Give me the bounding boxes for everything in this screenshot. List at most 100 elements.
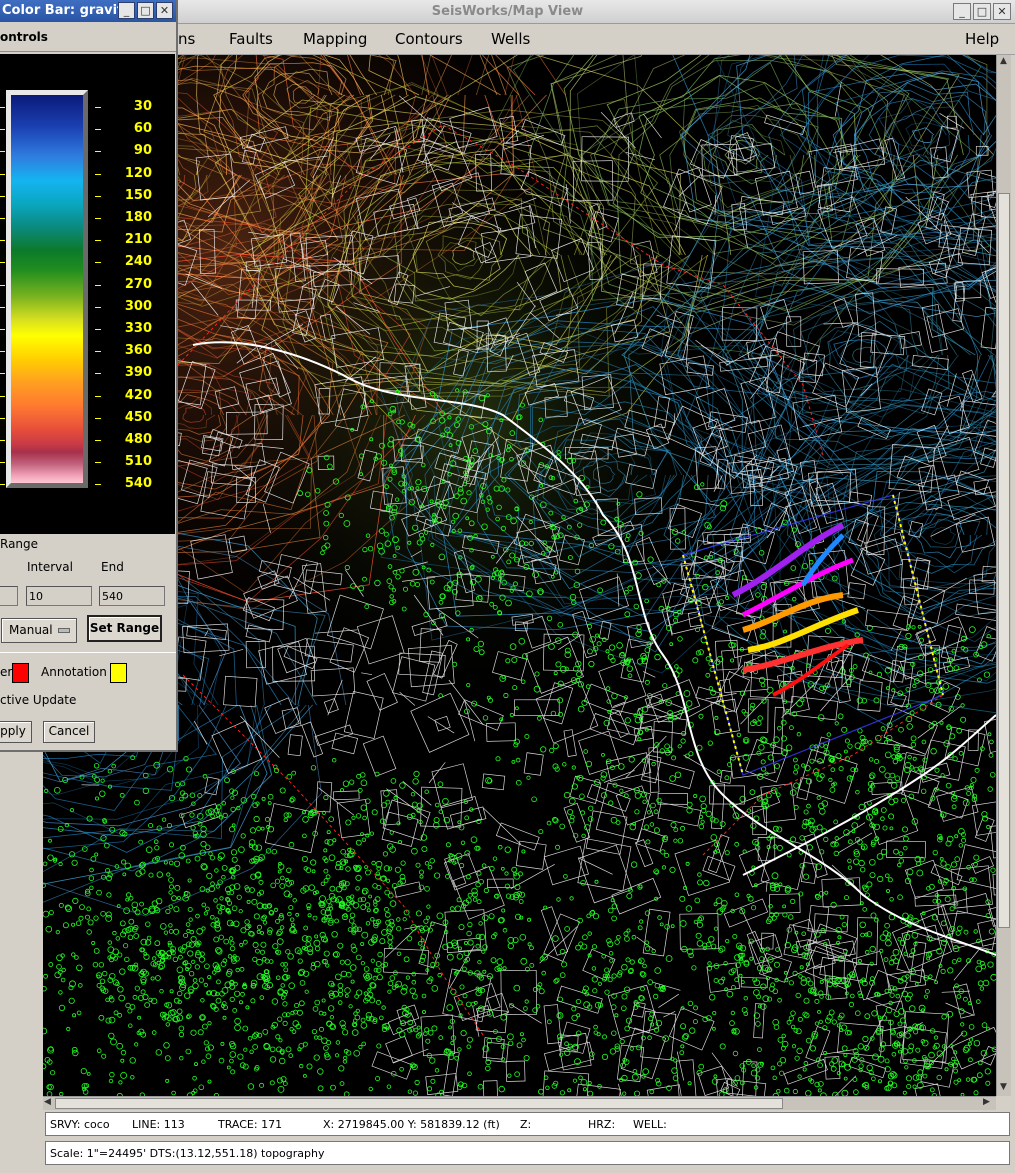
colorbar-tick [95, 440, 101, 441]
colorbar-tick [95, 107, 101, 108]
colorbar-tick [95, 462, 101, 464]
colorbar-tick-left [0, 395, 5, 397]
end-label: End [101, 560, 124, 574]
colorbar-tick [95, 129, 101, 131]
active-update-label[interactable]: ctive Update [0, 693, 76, 707]
colorbar-tick-left [0, 351, 5, 353]
colorbar-tick [95, 306, 101, 308]
colorbar-tick-label: 90 [133, 143, 152, 159]
interval-input[interactable]: 10 [26, 586, 92, 606]
colorbar-tick-left [0, 129, 5, 131]
border-color-label: er [0, 665, 13, 679]
colorbar-titlebar[interactable]: Color Bar: gravit _ □ ✕ [0, 0, 176, 22]
colorbar-tick-left [0, 462, 5, 464]
menu-mapping[interactable]: Mapping [303, 30, 367, 48]
set-range-button[interactable]: Set Range [87, 615, 162, 642]
colorbar-tick-left [0, 373, 5, 375]
colorbar-tick-label: 300 [124, 298, 152, 314]
colorbar-tick-left [0, 440, 5, 441]
colorbar-tick-label: 240 [124, 254, 152, 270]
colorbar-tick [95, 262, 101, 264]
cancel-button[interactable]: Cancel [43, 721, 95, 743]
status-survey: SRVY: coco [50, 1118, 110, 1131]
colorbar-tick-left [0, 107, 5, 108]
colorbar-tick-label: 540 [124, 476, 152, 492]
status-well: WELL: [633, 1118, 667, 1131]
colorbar-tick-label: 390 [124, 365, 152, 381]
colorbar-tick [95, 218, 101, 219]
colorbar-dialog: Color Bar: gravit _ □ ✕ ontrols 30 60 90 12… [0, 0, 178, 752]
vertical-scrollbar[interactable]: ▲ ▼ [996, 55, 1011, 1096]
colorbar-controls-header: ontrols [0, 22, 176, 52]
menu-contours[interactable]: Contours [395, 30, 463, 48]
colorbar-tick-left [0, 417, 5, 419]
dialog-separator [0, 652, 176, 653]
colorbar-tick [95, 151, 101, 153]
colorbar-tick-label: 60 [133, 121, 152, 137]
colorbar-tick-left [0, 195, 5, 197]
colorbar-tick-left [0, 484, 5, 486]
colorbar-tick [95, 484, 101, 486]
colorbar-tick-left [0, 306, 5, 308]
colorbar-tick-left [0, 151, 5, 153]
colorbar-tick [95, 351, 101, 353]
colorbar-close-button[interactable]: ✕ [156, 2, 173, 19]
colorbar-tick-left [0, 262, 5, 264]
menu-help[interactable]: Help [965, 30, 999, 48]
menu-options-partial[interactable]: ns [178, 30, 195, 48]
colorbar-tick-label: 360 [124, 343, 152, 359]
annotation-color-label: Annotation [41, 665, 107, 679]
colorbar-tick-label: 330 [124, 321, 152, 336]
colorbar-tick [95, 284, 101, 286]
scroll-right-icon[interactable]: ▶ [983, 1097, 990, 1107]
minimize-button[interactable]: _ [953, 3, 971, 20]
status-horizon: HRZ: [588, 1118, 616, 1131]
annotation-color-swatch[interactable] [110, 663, 127, 683]
scroll-down-icon[interactable]: ▼ [1000, 1082, 1007, 1092]
status-z: Z: [520, 1118, 532, 1131]
end-input[interactable]: 540 [99, 586, 165, 606]
colorbar-tick-label: 450 [124, 409, 152, 425]
interval-label: Interval [27, 560, 73, 574]
close-button[interactable]: ✕ [993, 3, 1011, 20]
colorbar-tick-label: 210 [124, 232, 152, 248]
colorbar-minimize-button[interactable]: _ [118, 2, 135, 19]
status-line-position: SRVY: coco LINE: 113 TRACE: 171 X: 27198… [45, 1112, 1010, 1136]
vertical-scroll-thumb[interactable] [998, 193, 1010, 928]
colorbar-tick-label: 510 [124, 454, 152, 470]
apply-button[interactable]: pply [0, 721, 32, 743]
colorbar-tick-label: 480 [124, 432, 152, 447]
map-canvas[interactable] [43, 55, 996, 1096]
border-color-swatch[interactable] [12, 663, 29, 683]
map-svg [43, 55, 996, 1096]
scroll-left-icon[interactable]: ◀ [44, 1097, 51, 1107]
colorbar-tick-label: 150 [124, 187, 152, 203]
scroll-up-icon[interactable]: ▲ [1000, 56, 1007, 66]
color-scale-bar [6, 90, 88, 488]
colorbar-tick-label: 30 [133, 99, 152, 114]
menu-wells[interactable]: Wells [491, 30, 530, 48]
status-xy: X: 2719845.00 Y: 581839.12 (ft) [323, 1118, 500, 1131]
range-label: Range [0, 537, 39, 551]
colorbar-tick [95, 329, 101, 330]
colorbar-maximize-button[interactable]: □ [137, 2, 154, 19]
colorbar-tick-label: 420 [124, 387, 152, 403]
mode-select-value: Manual [9, 623, 53, 637]
start-input[interactable] [0, 586, 18, 606]
dropdown-indicator-icon [58, 628, 70, 633]
controls-label: ontrols [0, 30, 48, 44]
status-trace: TRACE: 171 [218, 1118, 283, 1131]
colorbar-tick-left [0, 329, 5, 330]
menu-faults[interactable]: Faults [229, 30, 273, 48]
colorbar-tick-left [0, 173, 5, 175]
status-line: LINE: 113 [132, 1118, 185, 1131]
colorbar-title: Color Bar: gravit [2, 3, 124, 18]
colorbar-tick-left [0, 218, 5, 219]
colorbar-tick-left [0, 284, 5, 286]
colorbar-tick [95, 173, 101, 175]
mode-select[interactable]: Manual [1, 618, 77, 643]
colorbar-panel: 30 60 90 120 150 180 210 240 270 300 330 360 390 420 4… [0, 54, 175, 534]
horizontal-scrollbar[interactable]: ◀ ▶ [43, 1096, 996, 1110]
horizontal-scroll-thumb[interactable] [55, 1098, 783, 1109]
maximize-button[interactable]: □ [973, 3, 991, 20]
